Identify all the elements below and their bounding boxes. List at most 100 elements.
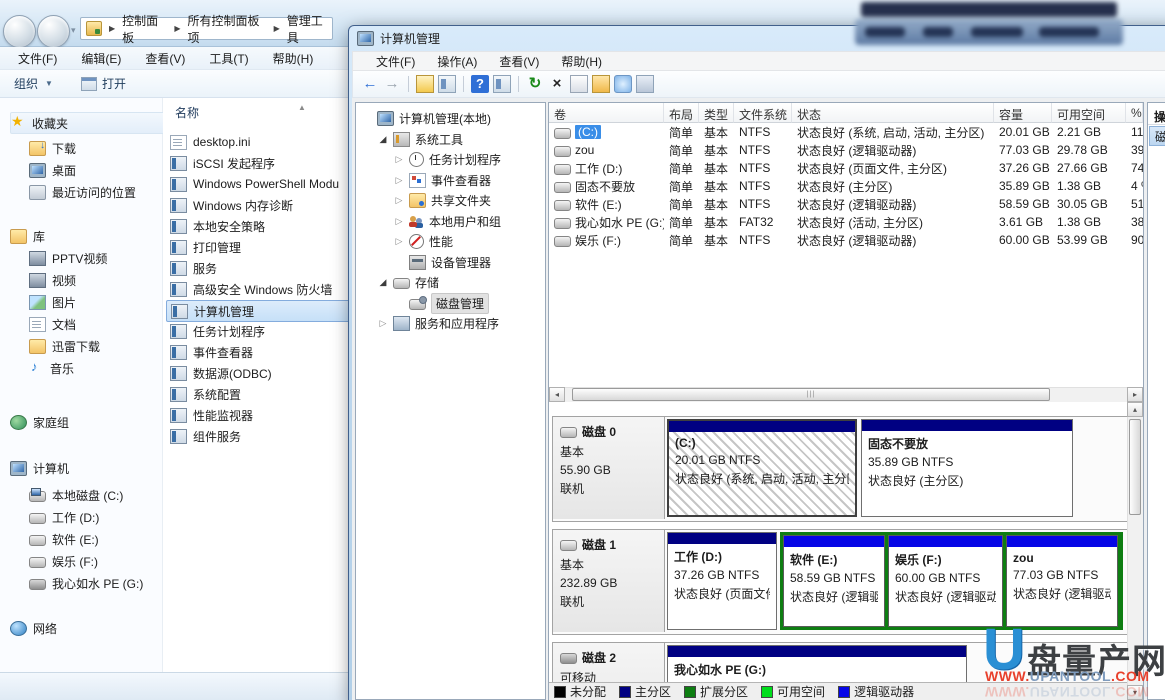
volume-column-1[interactable]: 布局 xyxy=(664,103,699,123)
tree-item-存储[interactable]: ◢存储 xyxy=(378,273,439,292)
twisty-collapsed-icon[interactable]: ▷ xyxy=(394,154,404,165)
twisty-collapsed-icon[interactable]: ▷ xyxy=(394,216,404,227)
action-pane-icon[interactable] xyxy=(493,75,511,93)
breadcrumb-segment-1[interactable]: 所有控制面板项 xyxy=(188,12,267,46)
volume-row-1[interactable]: zou简单基本NTFS状态良好 (逻辑驱动器)77.03 GB29.78 GB3… xyxy=(549,141,1143,159)
volume-row-4[interactable]: 软件 (E:)简单基本NTFS状态良好 (逻辑驱动器)58.59 GB30.05… xyxy=(549,195,1143,213)
volume-row-0[interactable]: (C:)简单基本NTFS状态良好 (系统, 启动, 活动, 主分区)20.01 … xyxy=(549,123,1143,141)
forward-icon[interactable]: → xyxy=(383,75,401,93)
tree-item-任务计划程序[interactable]: ▷任务计划程序 xyxy=(394,150,501,169)
file-row-0[interactable]: desktop.ini xyxy=(166,132,352,152)
explorer-menu-item-3[interactable]: 工具(T) xyxy=(197,47,260,70)
partition-软件 (E:)[interactable]: 软件 (E:)58.59 GB NTFS状态良好 (逻辑驱动器) xyxy=(783,535,885,627)
sidebar-group-0[interactable]: 收藏夹 xyxy=(10,112,172,134)
twisty-collapsed-icon[interactable]: ▷ xyxy=(378,318,388,329)
cm-menu-item-3[interactable]: 帮助(H) xyxy=(550,51,613,72)
partition-zou[interactable]: zou77.03 GB NTFS状态良好 (逻辑驱动器) xyxy=(1006,535,1118,627)
volume-column-5[interactable]: 容量 xyxy=(994,103,1052,123)
sidebar-group-3[interactable]: 计算机 xyxy=(10,458,170,478)
organize-button[interactable]: 组织 ▼ xyxy=(4,71,63,96)
file-row-3[interactable]: Windows 内存诊断 xyxy=(166,195,352,215)
vscroll-thumb[interactable] xyxy=(1129,419,1141,515)
explorer-menu-item-1[interactable]: 编辑(E) xyxy=(69,47,133,70)
file-row-10[interactable]: 事件查看器 xyxy=(166,342,352,362)
hscroll-thumb[interactable]: ||| xyxy=(572,388,1050,401)
volume-column-2[interactable]: 类型 xyxy=(699,103,734,123)
cm-menu-item-2[interactable]: 查看(V) xyxy=(488,51,550,72)
vscroll-up-button[interactable]: ▴ xyxy=(1127,402,1143,417)
sidebar-group-1[interactable]: 库 xyxy=(10,226,170,246)
volume-row-2[interactable]: 工作 (D:)简单基本NTFS状态良好 (页面文件, 主分区)37.26 GB2… xyxy=(549,159,1143,177)
file-row-8[interactable]: 计算机管理 xyxy=(166,300,354,322)
tree-item-系统工具[interactable]: ◢系统工具 xyxy=(378,130,463,149)
tree-item-服务和应用程序[interactable]: ▷服务和应用程序 xyxy=(378,314,499,333)
delete-icon[interactable]: × xyxy=(548,75,566,93)
tree-item-事件查看器[interactable]: ▷事件查看器 xyxy=(394,171,491,190)
hscroll-left-button[interactable]: ◂ xyxy=(549,387,565,402)
tree-item-性能[interactable]: ▷性能 xyxy=(394,232,453,251)
file-row-9[interactable]: 任务计划程序 xyxy=(166,321,352,341)
volume-column-4[interactable]: 状态 xyxy=(792,103,994,123)
volume-row-6[interactable]: 娱乐 (F:)简单基本NTFS状态良好 (逻辑驱动器)60.00 GB53.99… xyxy=(549,231,1143,249)
tree-item-共享文件夹[interactable]: ▷共享文件夹 xyxy=(394,191,491,210)
cm-menu-item-0[interactable]: 文件(F) xyxy=(365,51,426,72)
partition-工作 (D:)[interactable]: 工作 (D:)37.26 GB NTFS状态良好 (页面文件, 主分区) xyxy=(667,532,777,630)
tree-item-本地用户和组[interactable]: ▷本地用户和组 xyxy=(394,212,501,231)
volume-row-5[interactable]: 我心如水 PE (G:)简单基本FAT32状态良好 (活动, 主分区)3.61 … xyxy=(549,213,1143,231)
file-row-11[interactable]: 数据源(ODBC) xyxy=(166,363,352,383)
volume-cell-%: 51 % xyxy=(1126,197,1143,211)
back-icon[interactable]: ← xyxy=(361,75,379,93)
tree-item-设备管理器[interactable]: 设备管理器 xyxy=(394,253,491,272)
file-row-4[interactable]: 本地安全策略 xyxy=(166,216,352,236)
hscroll-right-button[interactable]: ▸ xyxy=(1127,387,1143,402)
twisty-expanded-icon[interactable]: ◢ xyxy=(378,277,388,288)
nav-history-chevron-icon[interactable]: ▾ xyxy=(71,25,76,36)
forward-button[interactable] xyxy=(37,15,70,48)
cm-menu-item-1[interactable]: 操作(A) xyxy=(426,51,488,72)
partition-固态不要放[interactable]: 固态不要放35.89 GB NTFS状态良好 (主分区) xyxy=(861,419,1073,517)
console-settings-icon[interactable] xyxy=(636,75,654,93)
disk-label-0[interactable]: 磁盘 0基本55.90 GB联机 xyxy=(553,417,665,519)
twisty-collapsed-icon[interactable]: ▷ xyxy=(394,236,404,247)
file-row-7[interactable]: 高级安全 Windows 防火墙 xyxy=(166,279,352,299)
twisty-expanded-icon[interactable]: ◢ xyxy=(378,134,388,145)
file-row-2[interactable]: Windows PowerShell Modu xyxy=(166,174,352,194)
volume-column-7[interactable]: % xyxy=(1126,103,1143,123)
explorer-menu-item-4[interactable]: 帮助(H) xyxy=(261,47,326,70)
disk-label-1[interactable]: 磁盘 1基本232.89 GB联机 xyxy=(553,530,665,632)
sidebar-group-2[interactable]: 家庭组 xyxy=(10,412,170,432)
open-folder-icon[interactable] xyxy=(592,75,610,93)
file-row-5[interactable]: 打印管理 xyxy=(166,237,352,257)
help-icon[interactable]: ? xyxy=(471,75,489,93)
breadcrumb[interactable]: ▶控制面板▶所有控制面板项▶管理工具 xyxy=(80,17,333,40)
tree-item-计算机管理(本地)[interactable]: 计算机管理(本地) xyxy=(362,109,491,128)
export-icon[interactable] xyxy=(416,75,434,93)
refresh-icon[interactable]: ↻ xyxy=(526,75,544,93)
file-row-1[interactable]: iSCSI 发起程序 xyxy=(166,153,352,173)
volume-column-3[interactable]: 文件系统 xyxy=(734,103,792,123)
console-tree-icon[interactable] xyxy=(438,75,456,93)
back-button[interactable] xyxy=(3,15,36,48)
file-row-14[interactable]: 组件服务 xyxy=(166,426,352,446)
file-row-6[interactable]: 服务 xyxy=(166,258,352,278)
twisty-collapsed-icon[interactable]: ▷ xyxy=(394,195,404,206)
partition-娱乐 (F:)[interactable]: 娱乐 (F:)60.00 GB NTFS状态良好 (逻辑驱动器) xyxy=(888,535,1003,627)
sidebar-group-4[interactable]: 网络 xyxy=(10,618,170,638)
actions-disk-management-item[interactable]: 磁盘管理 xyxy=(1149,126,1165,146)
file-row-13[interactable]: 性能监视器 xyxy=(166,405,352,425)
tree-item-磁盘管理[interactable]: 磁盘管理 xyxy=(394,294,489,313)
volume-column-6[interactable]: 可用空间 xyxy=(1052,103,1126,123)
open-button[interactable]: 打开 xyxy=(71,71,136,96)
volume-row-3[interactable]: 固态不要放简单基本NTFS状态良好 (主分区)35.89 GB1.38 GB4 … xyxy=(549,177,1143,195)
volume-column-0[interactable]: 卷 xyxy=(549,103,664,123)
explorer-menu-item-2[interactable]: 查看(V) xyxy=(133,47,197,70)
breadcrumb-segment-0[interactable]: 控制面板 xyxy=(122,12,167,46)
breadcrumb-segment-2[interactable]: 管理工具 xyxy=(287,12,332,46)
partition-(C:)[interactable]: (C:)20.01 GB NTFS状态良好 (系统, 启动, 活动, 主分区) xyxy=(667,419,857,517)
file-row-12[interactable]: 系统配置 xyxy=(166,384,352,404)
search-icon[interactable] xyxy=(614,75,632,93)
twisty-collapsed-icon[interactable]: ▷ xyxy=(394,175,404,186)
explorer-menu-item-0[interactable]: 文件(F) xyxy=(6,47,69,70)
properties-icon[interactable] xyxy=(570,75,588,93)
column-header-name[interactable]: 名称 xyxy=(175,104,199,121)
